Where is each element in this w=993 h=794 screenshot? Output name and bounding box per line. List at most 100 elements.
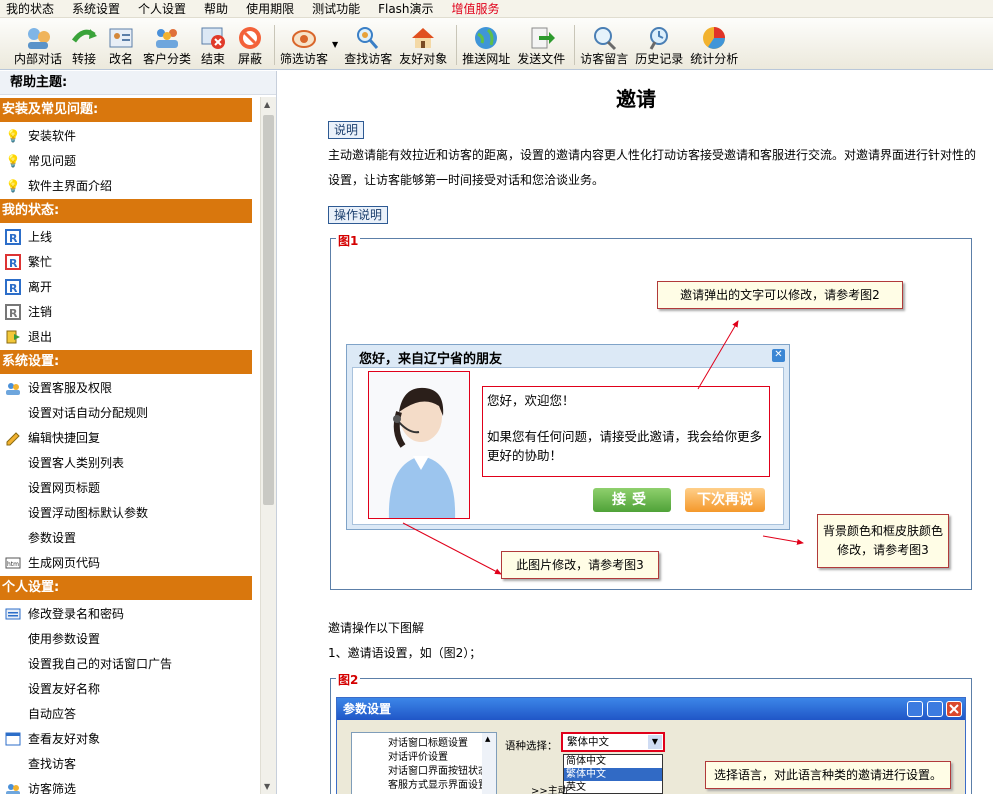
topic-float-icon[interactable]: 设置浮动图标默认参数 xyxy=(0,500,252,525)
customer-category-button[interactable]: 客户分类 xyxy=(143,24,191,69)
scrollbar-thumb[interactable] xyxy=(263,115,274,505)
tree-item-title[interactable]: 对话窗口标题设置 xyxy=(388,737,488,751)
pie-chart-icon xyxy=(699,24,729,52)
scroll-up-icon[interactable]: ▲ xyxy=(485,735,490,743)
chevron-down-icon[interactable]: ▼ xyxy=(648,735,662,749)
tree-item-contact[interactable]: 客服方式显示界面设置 xyxy=(388,779,488,793)
visitor-message-button[interactable]: 访客留言 xyxy=(580,24,628,69)
menu-value-added[interactable]: 增值服务 xyxy=(452,1,500,17)
chevron-down-icon[interactable]: ▼ xyxy=(332,40,338,49)
history-search-icon xyxy=(644,24,674,52)
menu-test-functions[interactable]: 测试功能 xyxy=(312,1,360,17)
topic-install-software[interactable]: 💡 安装软件 xyxy=(0,123,252,148)
toolbar-separator xyxy=(456,25,458,65)
topic-busy[interactable]: R 繁忙 xyxy=(0,249,252,274)
scroll-up-icon[interactable]: ▲ xyxy=(264,100,270,109)
step-1-text: 1、邀请语设置，如（图2）； xyxy=(328,646,482,660)
topic-set-agents[interactable]: 设置客服及权限 xyxy=(0,375,252,400)
html-file-icon: htm xyxy=(4,554,22,572)
language-option-selected[interactable]: 繁体中文 xyxy=(564,768,662,781)
magnifier-icon xyxy=(589,24,619,52)
topic-view-friendly[interactable]: 查看友好对象 xyxy=(0,726,252,751)
file-send-icon xyxy=(526,24,556,52)
topic-exit[interactable]: 退出 xyxy=(0,324,252,349)
section-my-status: 我的状态: xyxy=(0,199,252,223)
menu-usage-period[interactable]: 使用期限 xyxy=(246,1,294,17)
statistics-button[interactable]: 统计分析 xyxy=(690,24,738,69)
block-button[interactable]: 屏蔽 xyxy=(235,24,265,69)
svg-text:htm: htm xyxy=(7,561,19,568)
scroll-down-icon[interactable]: ▼ xyxy=(264,782,270,791)
ops-intro-text: 邀请操作以下图解 xyxy=(328,621,425,635)
topic-logout[interactable]: R 注销 xyxy=(0,299,252,324)
filter-visitors-button[interactable]: 筛选访客 xyxy=(280,24,328,69)
topic-online[interactable]: R 上线 xyxy=(0,224,252,249)
transfer-button[interactable]: 转接 xyxy=(69,24,99,69)
svg-text:R: R xyxy=(9,257,18,270)
exit-door-icon xyxy=(4,328,22,346)
topic-find-visitor[interactable]: 查找访客 xyxy=(0,751,252,776)
menu-help[interactable]: 帮助 xyxy=(204,1,228,17)
rename-button[interactable]: 改名 xyxy=(106,24,136,69)
section-install: 安装及常见问题: xyxy=(0,98,252,122)
find-visitor-button[interactable]: 查找访客 xyxy=(344,24,392,69)
internal-chat-button[interactable]: 内部对话 xyxy=(14,24,62,69)
figure-2-label: 图2 xyxy=(336,671,361,688)
topic-page-title[interactable]: 设置网页标题 xyxy=(0,475,252,500)
language-select[interactable]: 繁体中文 ▼ xyxy=(561,732,665,752)
eye-filter-icon xyxy=(289,24,319,52)
topic-friendly-name[interactable]: 设置友好名称 xyxy=(0,676,252,701)
svg-text:R: R xyxy=(9,232,18,245)
topic-main-ui[interactable]: 💡 软件主界面介绍 xyxy=(0,173,252,198)
help-topics-title: 帮助主题: xyxy=(0,71,276,95)
help-content: 邀请 说明 主动邀请能有效拉近和访客的距离，设置的邀请内容更人性化打动访客接受邀… xyxy=(279,71,993,794)
end-button[interactable]: 结束 xyxy=(198,24,228,69)
topic-usage-params[interactable]: 使用参数设置 xyxy=(0,626,252,651)
topic-auto-reply[interactable]: 自动应答 xyxy=(0,701,252,726)
push-url-button[interactable]: 推送网址 xyxy=(462,24,510,69)
sidebar-scrollbar[interactable]: ▲ ▼ xyxy=(260,97,276,794)
house-icon xyxy=(408,24,438,52)
send-file-button[interactable]: 发送文件 xyxy=(517,24,565,69)
topic-generate-code[interactable]: htm 生成网页代码 xyxy=(0,550,252,575)
menu-system-settings[interactable]: 系统设置 xyxy=(72,1,120,17)
menu-my-status[interactable]: 我的状态 xyxy=(6,1,54,17)
menu-flash-demo[interactable]: Flash演示 xyxy=(378,1,433,17)
callout-edit-text: 邀请弹出的文字可以修改，请参考图2 xyxy=(657,281,903,309)
topic-chat-ad[interactable]: 设置我自己的对话窗口广告 xyxy=(0,651,252,676)
close-icon[interactable] xyxy=(946,701,962,717)
topic-away[interactable]: R 离开 xyxy=(0,274,252,299)
topic-faq[interactable]: 💡 常见问题 xyxy=(0,148,252,173)
topic-quick-reply[interactable]: 编辑快捷回复 xyxy=(0,425,252,450)
toolbar-separator xyxy=(274,25,276,65)
history-button[interactable]: 历史记录 xyxy=(635,24,683,69)
help-topics-list: 安装及常见问题: 💡 安装软件 💡 常见问题 💡 软件主界面介绍 我的状态: R 上线 … xyxy=(0,97,252,794)
friendly-objects-button[interactable]: 友好对象 xyxy=(399,24,447,69)
language-option[interactable]: 英文 xyxy=(564,781,662,794)
toolbar-separator xyxy=(574,25,576,65)
globe-icon xyxy=(471,24,501,52)
topic-auto-assign[interactable]: 设置对话自动分配规则 xyxy=(0,400,252,425)
maximize-icon[interactable] xyxy=(927,701,943,717)
language-option[interactable]: 简体中文 xyxy=(564,755,662,768)
lightbulb-icon: 💡 xyxy=(5,128,21,143)
status-busy-icon: R xyxy=(4,253,22,271)
callout-language: 选择语言，对此语言种类的邀请进行设置。 xyxy=(705,761,951,789)
svg-text:R: R xyxy=(9,282,18,295)
find-person-icon xyxy=(353,24,383,52)
lightbulb-icon: 💡 xyxy=(5,178,21,193)
settings-tree[interactable]: 对话窗口标题设置 对话评价设置 对话窗口界面按钮状态 客服方式显示界面设置 ▲ xyxy=(351,732,497,794)
svg-text:R: R xyxy=(9,307,18,320)
lightbulb-icon: 💡 xyxy=(5,153,21,168)
topic-parameters[interactable]: 参数设置 xyxy=(0,525,252,550)
tree-scrollbar[interactable]: ▲ xyxy=(482,733,496,794)
minimize-icon[interactable] xyxy=(907,701,923,717)
tree-item-buttons[interactable]: 对话窗口界面按钮状态 xyxy=(388,765,488,779)
topic-guest-categories[interactable]: 设置客人类别列表 xyxy=(0,450,252,475)
topic-visitor-filter[interactable]: 访客筛选 xyxy=(0,776,252,794)
menu-personal-settings[interactable]: 个人设置 xyxy=(138,1,186,17)
tree-item-rating[interactable]: 对话评价设置 xyxy=(388,751,488,765)
people-chat-icon xyxy=(23,24,53,52)
users-icon xyxy=(4,780,22,794)
topic-change-password[interactable]: 修改登录名和密码 xyxy=(0,601,252,626)
